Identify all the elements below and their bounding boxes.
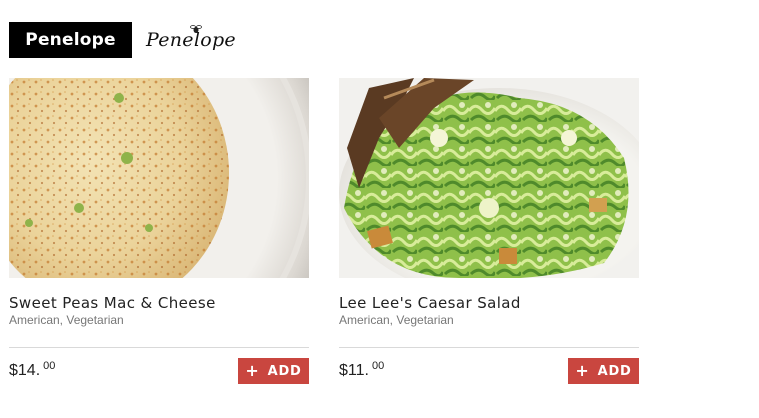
price-whole: $14. xyxy=(9,362,41,379)
price-cents: 00 xyxy=(43,360,56,372)
menu-item-title[interactable]: Lee Lee's Caesar Salad xyxy=(339,294,521,312)
plus-icon: + xyxy=(575,361,590,380)
menu-item-title[interactable]: Sweet Peas Mac & Cheese xyxy=(9,294,216,312)
add-to-order-button[interactable]: + ADD xyxy=(238,358,309,384)
price-whole: $11. xyxy=(339,362,369,379)
add-to-order-button[interactable]: + ADD xyxy=(568,358,639,384)
add-button-label: ADD xyxy=(597,363,632,379)
menu-item-card[interactable]: Sweet Peas Mac & Cheese American, Vegeta… xyxy=(9,78,309,384)
menu-item-card[interactable]: Lee Lee's Caesar Salad American, Vegetar… xyxy=(339,78,639,384)
menu-item-price: $11. 00 xyxy=(339,360,384,380)
bee-icon xyxy=(190,25,202,33)
restaurant-name-badge[interactable]: Penelope xyxy=(9,22,132,58)
mac-and-cheese-photo[interactable] xyxy=(9,78,309,278)
menu-item-tags: American, Vegetarian xyxy=(9,313,124,327)
price-cents: 00 xyxy=(371,360,385,372)
plus-icon: + xyxy=(245,361,260,380)
restaurant-header: Penelope Penelope xyxy=(9,22,236,58)
restaurant-logo: Penelope xyxy=(146,22,236,58)
menu-item-tags: American, Vegetarian xyxy=(339,313,454,327)
caesar-salad-photo[interactable] xyxy=(339,78,639,278)
add-button-label: ADD xyxy=(267,363,302,379)
divider xyxy=(9,347,309,348)
menu-item-price: $14. 00 xyxy=(9,360,55,380)
divider xyxy=(339,347,639,348)
